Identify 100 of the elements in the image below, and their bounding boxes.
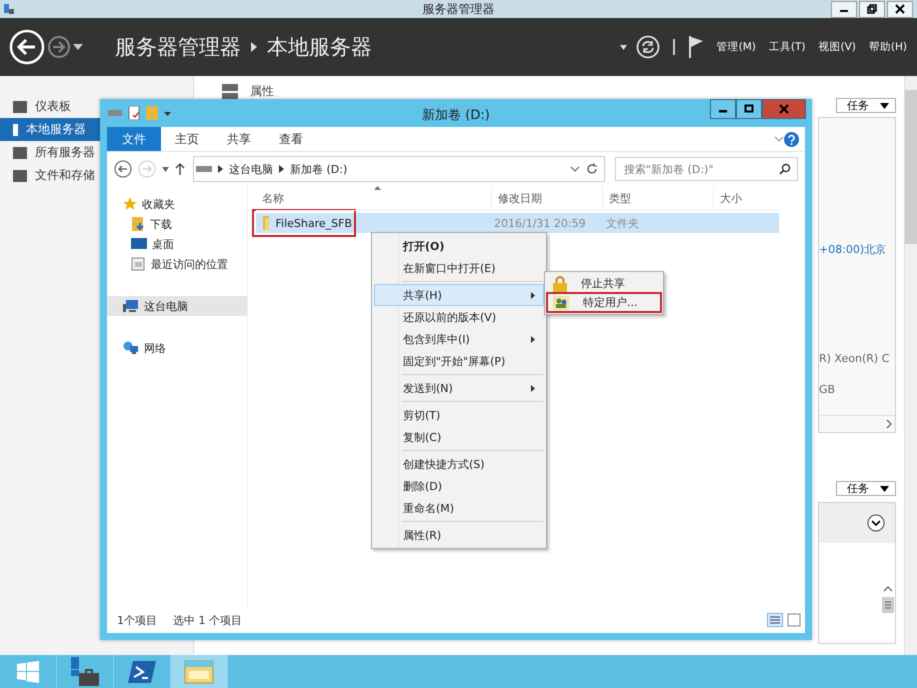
menu-item[interactable]: 重命名(M) [374,497,544,519]
menu-item[interactable]: 包含到库中(I) [374,328,544,350]
status-text: 选中 1 个项目 [173,612,242,628]
nav-item[interactable]: 这台电脑 [107,296,247,316]
nav-item[interactable]: 网络 [107,338,247,358]
maximize-icon [744,104,754,114]
breadcrumb-item[interactable]: 本地服务器 [267,33,372,61]
nav-item[interactable]: 下载 [107,214,247,234]
properties-icon[interactable] [128,106,140,120]
menu-item[interactable]: 剪切(T) [374,404,544,426]
menu-item[interactable]: 帮助(H) [868,40,907,54]
date-cell-text: 2016/1/31 20:59 [493,216,587,230]
nav-item[interactable]: 收藏夹 [107,194,247,214]
tasks-button[interactable]: 任务 [836,98,896,113]
sidebar-item[interactable]: 本地服务器 [0,118,100,141]
star-icon [123,197,137,211]
windows-icon [17,660,39,682]
menu-item[interactable]: 停止共享 [547,274,661,293]
property-value[interactable]: +08:00)北京 [819,242,895,257]
up-icon[interactable] [175,163,185,175]
minimize-button[interactable] [831,0,857,18]
ribbon-tab[interactable]: 主页 [161,127,213,151]
menu-item[interactable]: 特定用户... [547,293,661,312]
window-title: 新加卷 (D:) [421,107,491,124]
dropdown-icon[interactable] [620,44,627,50]
scroll-thumb[interactable] [905,90,917,244]
menu-item[interactable]: 复制(C) [374,426,544,448]
menu-item[interactable]: 固定到"开始"屏幕(P) [374,350,544,372]
section-icon [222,84,238,100]
menu-item[interactable]: 在新窗口中打开(E) [374,257,544,279]
nav-item[interactable]: 最近访问的位置 [107,254,247,274]
drive-icon [108,109,122,117]
close-button[interactable] [887,0,913,18]
folder-icon [184,658,214,684]
menu-item[interactable]: 管理(M) [716,40,756,54]
minimize-button[interactable] [710,99,736,119]
menu-item[interactable]: 还原以前的版本(V) [374,306,544,328]
refresh-icon[interactable] [636,35,660,59]
menu-item[interactable]: 创建快捷方式(S) [374,453,544,475]
menu-item[interactable]: 视图(V) [818,40,856,54]
expand-icon[interactable] [867,514,885,532]
desktop-icon [131,238,147,250]
server-icon [13,170,27,182]
ribbon-tab[interactable]: 共享 [213,127,265,151]
flag-icon[interactable] [688,35,704,59]
type-cell-text: 文件夹 [605,216,640,230]
back-icon[interactable] [114,160,132,178]
menu-item[interactable]: 删除(D) [374,475,544,497]
folder-icon [262,216,270,230]
address-bar[interactable]: 这台电脑 新加卷 (D:) [193,156,605,182]
network-icon [123,341,139,355]
server-icon [13,146,27,158]
ribbon-tab[interactable]: 查看 [265,127,317,151]
dropdown-icon[interactable] [73,44,83,50]
server-icon [13,124,18,136]
server-icon [13,100,27,112]
ribbon-tab[interactable]: 文件 [107,127,161,151]
close-icon [895,4,905,14]
computer-icon [123,299,139,313]
menu-item[interactable]: 打开(O) [374,235,544,257]
menu-item[interactable]: 共享(H) [374,284,544,306]
close-icon [779,104,789,114]
menu-item[interactable]: 属性(R) [374,524,544,546]
search-icon[interactable] [779,163,791,175]
property-value: GB [819,383,836,396]
nav-item[interactable]: 桌面 [107,234,247,254]
menu-item[interactable]: 发送到(N) [374,377,544,399]
maximize-button[interactable] [736,99,762,119]
dropdown-icon [880,102,889,108]
sort-icon [374,186,381,190]
scroll-thumb-icon[interactable] [882,597,894,613]
sidebar-item[interactable]: 文件和存储 [0,164,100,187]
breadcrumb-item[interactable]: 服务器管理器 [115,33,241,61]
file-name-cell[interactable]: FileShare_SFB [256,213,352,233]
window-title: 服务器管理器 [422,0,496,18]
restore-button[interactable] [859,0,885,18]
users-icon [553,296,569,310]
dropdown-icon [880,486,889,492]
lock-icon [553,276,567,292]
column-header[interactable]: 类型 [602,186,714,210]
large-icons-view-icon[interactable] [787,613,801,627]
column-header[interactable]: 修改日期 [492,186,603,210]
tasks-button[interactable]: 任务 [836,481,896,496]
forward-icon[interactable] [47,35,71,59]
sidebar-item[interactable]: 所有服务器 [0,141,100,164]
separator-icon [251,42,257,52]
details-view-icon[interactable] [767,613,783,627]
menu-item[interactable]: 工具(T) [768,40,806,54]
property-value: R) Xeon(R) C [819,352,890,365]
search-field[interactable]: 搜索"新加卷 (D:)" [615,157,798,181]
dropdown-icon[interactable] [164,110,171,116]
help-icon[interactable] [784,132,799,146]
column-header[interactable]: 大小 [714,186,779,210]
expand-ribbon-icon[interactable] [774,136,784,142]
server-toolbox-icon [69,656,101,686]
restore-icon [867,4,877,14]
recent-places-icon [131,257,146,271]
dropdown-icon[interactable] [162,166,169,172]
section-heading: 属性 [250,83,274,100]
sidebar-item[interactable]: 仪表板 [0,95,100,118]
